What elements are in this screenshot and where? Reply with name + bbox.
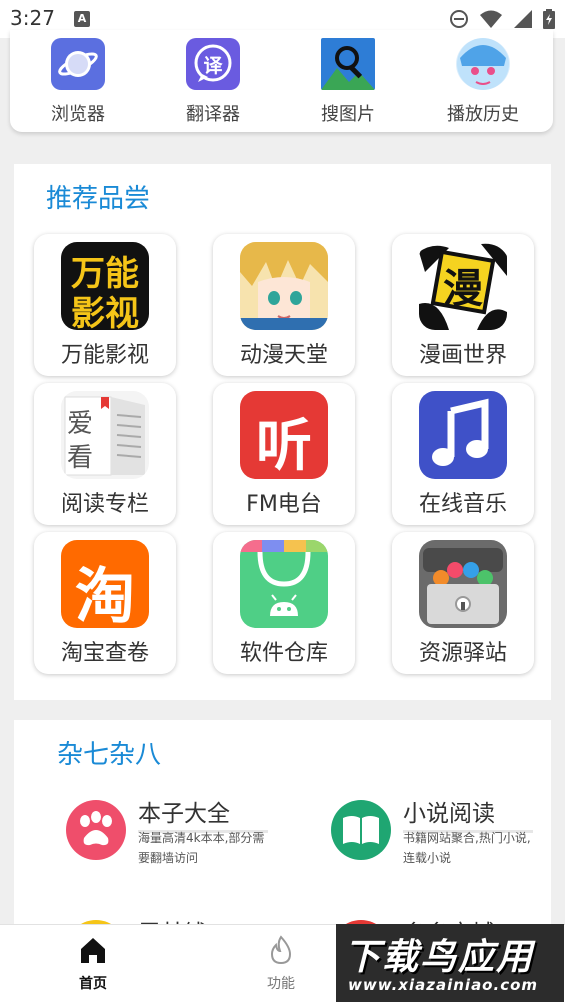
- app-label: FM电台: [246, 492, 322, 517]
- nav-home[interactable]: 首页: [53, 935, 133, 993]
- app-resource-station[interactable]: 资源驿站: [392, 532, 534, 674]
- icon-text: 淘: [75, 562, 135, 628]
- icon-text: 听: [256, 414, 312, 479]
- misc-item-desc: 书籍网站聚合,热门小说,连载小说: [403, 831, 531, 865]
- misc-item-title: 小说阅读: [403, 801, 495, 827]
- misc-item-benzi[interactable]: 本子大全 海量高清4k本本,部分需要翻墙访问: [66, 800, 286, 865]
- misc-panel: 杂七杂八 本子大全 海量高清4k本本,部分需要翻墙访问 小说阅读 书籍网站聚合,…: [14, 720, 551, 980]
- app-wanneng-yingshi[interactable]: 万能 影视 万能影视: [34, 234, 176, 376]
- app-label: 阅读专栏: [60, 492, 149, 517]
- app-label: 淘宝查卷: [60, 641, 149, 666]
- flame-icon: [270, 935, 292, 965]
- app-fm-radio[interactable]: 听 FM电台: [213, 383, 355, 525]
- tool-image-search[interactable]: 搜图片: [293, 38, 403, 126]
- signal-icon: [514, 10, 532, 28]
- watermark-logo: 下载鸟应用 www.xiazainiao.com: [336, 924, 564, 1002]
- app-store-bag-icon: [240, 540, 328, 628]
- resource-box-icon: [419, 540, 507, 628]
- app-label: 在线音乐: [418, 492, 507, 517]
- anime-character-icon: [240, 242, 328, 330]
- app-online-music[interactable]: 在线音乐: [392, 383, 534, 525]
- notification-icon: A: [74, 11, 90, 27]
- browser-icon: [51, 38, 105, 90]
- nav-label: 首页: [79, 976, 107, 992]
- wanneng-yingshi-icon: 万能 影视: [61, 242, 149, 330]
- app-label: 万能影视: [60, 343, 149, 368]
- image-search-icon: [321, 38, 375, 90]
- nav-label: 功能: [267, 976, 295, 992]
- watermark-url: www.xiazainiao.com: [348, 976, 539, 994]
- tool-play-history[interactable]: 播放历史: [428, 38, 538, 126]
- app-label: 漫画世界: [418, 343, 507, 368]
- tool-browser[interactable]: 浏览器: [23, 38, 133, 126]
- misc-title: 杂七杂八: [57, 740, 162, 770]
- translate-glyph: 译: [203, 55, 223, 77]
- taobao-icon: 淘: [61, 540, 149, 628]
- icon-text: 爱: [67, 409, 94, 439]
- nav-features[interactable]: 功能: [241, 935, 321, 993]
- icon-text: 看: [67, 443, 94, 473]
- tool-label: 播放历史: [447, 104, 519, 125]
- misc-item-novel[interactable]: 小说阅读 书籍网站聚合,热门小说,连载小说: [331, 800, 551, 865]
- status-time: 3:27: [10, 6, 55, 30]
- home-icon: [81, 938, 105, 963]
- icon-text: 影视: [71, 294, 139, 330]
- music-note-icon: [419, 391, 507, 479]
- app-dongman-tiantang[interactable]: 动漫天堂: [213, 234, 355, 376]
- app-manhua-shijie[interactable]: 漫 漫画世界: [392, 234, 534, 376]
- icon-text: 漫: [443, 266, 483, 312]
- open-book-icon: [331, 800, 391, 860]
- do-not-disturb-icon: [450, 10, 468, 28]
- system-icons: [449, 8, 555, 30]
- tool-label: 搜图片: [321, 104, 375, 125]
- paw-icon: [66, 800, 126, 860]
- tool-label: 浏览器: [51, 104, 105, 125]
- app-software-store[interactable]: 软件仓库: [213, 532, 355, 674]
- manga-logo-icon: 漫: [419, 242, 507, 330]
- translate-icon: 译: [186, 38, 240, 90]
- book-reading-icon: 爱 看: [61, 391, 149, 479]
- app-label: 软件仓库: [239, 641, 328, 666]
- misc-item-title: 本子大全: [138, 801, 230, 827]
- watermark-main: 下载鸟应用: [344, 937, 535, 978]
- app-taobao[interactable]: 淘 淘宝查卷: [34, 532, 176, 674]
- app-label: 资源驿站: [418, 641, 507, 666]
- tool-label: 翻译器: [186, 104, 240, 125]
- app-yuedu-zhuanlan[interactable]: 爱 看 阅读专栏: [34, 383, 176, 525]
- tool-translator[interactable]: 译 翻译器: [158, 38, 268, 126]
- recommend-panel: 推荐品尝 万能 影视 万能影视 动漫天堂 漫 漫画世界 爱 看 阅读专栏 听 F…: [14, 164, 551, 700]
- battery-icon: [543, 9, 555, 29]
- app-label: 动漫天堂: [239, 343, 328, 368]
- recommend-title: 推荐品尝: [46, 184, 151, 214]
- wifi-icon: [480, 10, 502, 28]
- fm-radio-icon: 听: [240, 391, 328, 479]
- misc-item-desc: 海量高清4k本本,部分需要翻墙访问: [138, 831, 265, 865]
- tools-card: 浏览器 译 翻译器 搜图片 播放历史: [10, 30, 553, 132]
- anime-avatar-icon: [456, 38, 510, 90]
